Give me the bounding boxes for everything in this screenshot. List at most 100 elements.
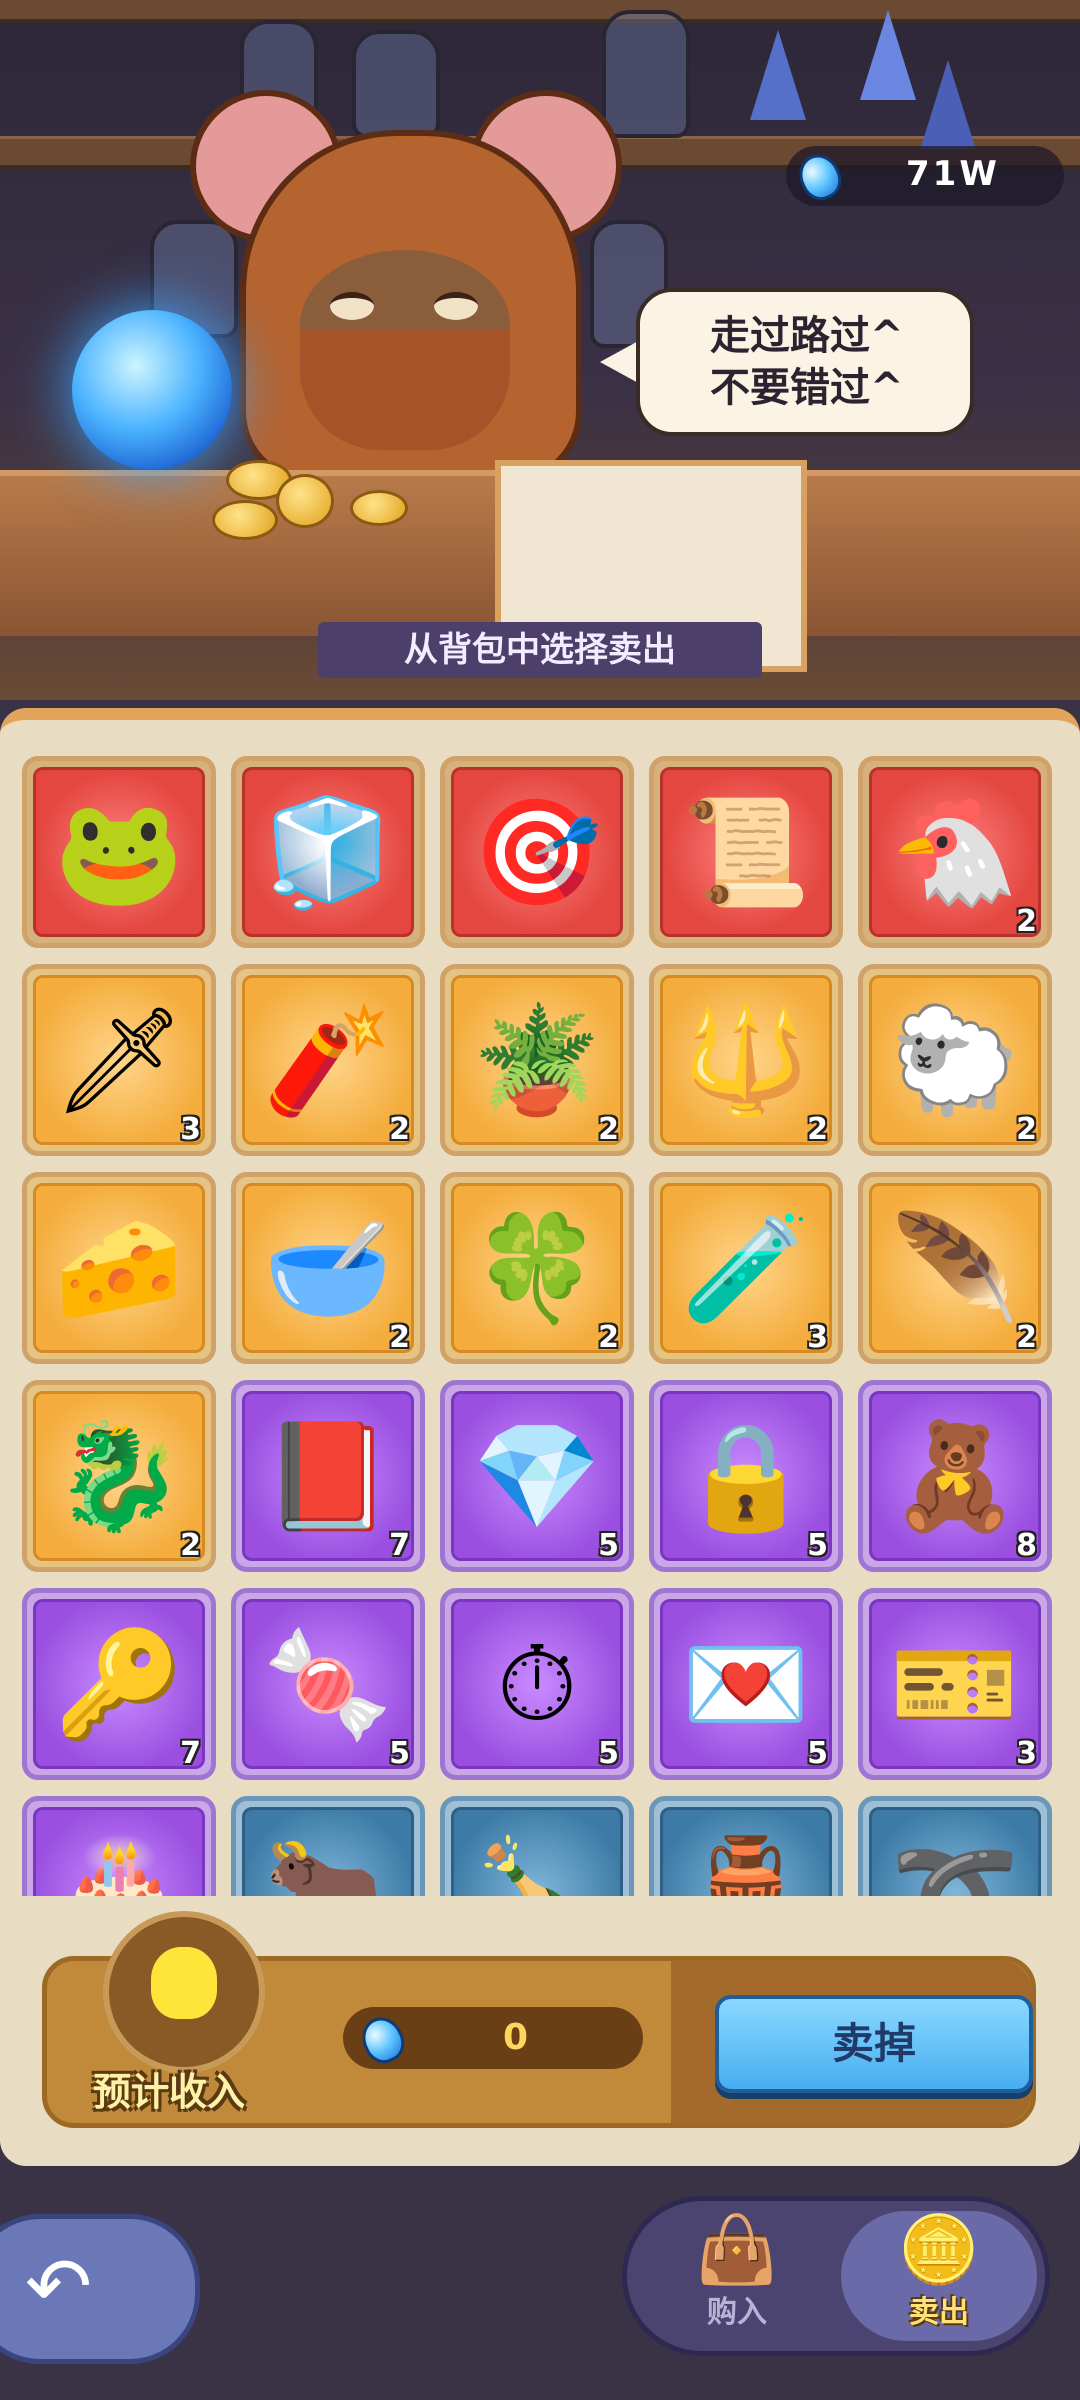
item-quantity: 7 <box>389 1528 410 1563</box>
inventory-slot[interactable]: 🧸 8 <box>858 1380 1052 1572</box>
item-quantity: 2 <box>807 1112 828 1147</box>
inventory-slot[interactable]: 📕 7 <box>231 1380 425 1572</box>
money-bag-icon <box>151 1947 217 2019</box>
keyring-icon: ➰ <box>890 1831 1020 1896</box>
inventory-slot[interactable]: 🍬 5 <box>231 1588 425 1780</box>
coin <box>350 490 408 526</box>
scroll-icon: 📜 <box>681 791 811 913</box>
coin <box>212 500 278 540</box>
bull-icon: 🐂 <box>263 1831 393 1896</box>
cheese-icon: 🧀 <box>54 1207 184 1329</box>
inventory-slot[interactable]: 🗡 3 <box>22 964 216 1156</box>
shopping-bag-icon: 👜 <box>695 2211 779 2288</box>
cake-icon: 🎂 <box>54 1831 184 1896</box>
crystal <box>920 60 976 150</box>
tab-sell[interactable]: 🪙 卖出 <box>841 2211 1037 2341</box>
inventory-slot[interactable]: 🍾 <box>440 1796 634 1896</box>
item-quantity: 2 <box>389 1112 410 1147</box>
golden-target-icon: 🎯 <box>472 791 602 913</box>
item-quantity: 2 <box>389 1320 410 1355</box>
crystal <box>750 30 806 120</box>
item-quantity: 3 <box>180 1112 201 1147</box>
speech-bubble: 走过路过^ 不要错过^ <box>636 288 974 436</box>
inventory-slot[interactable]: 🐉 2 <box>22 1380 216 1572</box>
blue-gem-icon <box>355 2010 411 2070</box>
currency-amount: 71W <box>906 154 1000 194</box>
money-bag-badge <box>103 1911 265 2073</box>
inventory-panel: 🐸 🧊 🎯 📜 🐔 2 🗡 3 🧨 2 🪴 2 🔱 2 🐑 2 🧀 🥣 2 🍀 2 🧪 3 🪶 2 🐉 2 📕 7 💎 5 🔒 5 🧸 8 🔑 7 🍬 5 ⏱… <box>0 708 1080 2166</box>
sell-button[interactable]: 卖掉 <box>715 1995 1033 2093</box>
back-button[interactable]: ↶ <box>0 2214 200 2364</box>
back-arrow-icon: ↶ <box>25 2240 93 2333</box>
inventory-slot[interactable]: 🪴 2 <box>440 964 634 1156</box>
jar-icon: 🏺 <box>681 1831 811 1896</box>
shop-scene: 71W 走过路过^ 不要错过^ 从背包中选择卖出 <box>0 0 1080 700</box>
item-quantity: 3 <box>1016 1736 1037 1771</box>
item-quantity: 2 <box>180 1528 201 1563</box>
inventory-slot[interactable]: 🪶 2 <box>858 1172 1052 1364</box>
inventory-slot[interactable]: 🎯 <box>440 756 634 948</box>
item-quantity: 2 <box>1016 1112 1037 1147</box>
item-quantity: 5 <box>807 1528 828 1563</box>
inventory-slot[interactable]: ➰ <box>858 1796 1052 1896</box>
inventory-slot[interactable]: 💌 5 <box>649 1588 843 1780</box>
tab-buy[interactable]: 👜 购入 <box>639 2211 835 2341</box>
shelf <box>0 0 1080 23</box>
item-quantity: 5 <box>389 1736 410 1771</box>
tab-sell-label: 卖出 <box>909 2295 969 2330</box>
inventory-grid[interactable]: 🐸 🧊 🎯 📜 🐔 2 🗡 3 🧨 2 🪴 2 🔱 2 🐑 2 🧀 🥣 2 🍀 2 🧪 3 🪶 2 🐉 2 📕 7 💎 5 🔒 5 🧸 8 🔑 7 🍬 5 ⏱… <box>22 756 1062 1896</box>
item-quantity: 2 <box>1016 904 1037 939</box>
mouse-scarf <box>300 330 510 450</box>
ice-cube-icon: 🧊 <box>263 791 393 913</box>
inventory-slot[interactable]: 🎂 <box>22 1796 216 1896</box>
inventory-slot[interactable]: 🔒 5 <box>649 1380 843 1572</box>
item-quantity: 8 <box>1016 1528 1037 1563</box>
blue-gem-icon <box>792 147 848 207</box>
item-quantity: 5 <box>598 1528 619 1563</box>
item-quantity: 5 <box>598 1736 619 1771</box>
inventory-slot[interactable]: 🔑 7 <box>22 1588 216 1780</box>
coin <box>276 474 334 528</box>
potion-jar <box>602 10 690 138</box>
inventory-slot[interactable]: 🐂 <box>231 1796 425 1896</box>
inventory-slot[interactable]: 🎫 3 <box>858 1588 1052 1780</box>
mouse-eye <box>330 292 374 320</box>
inventory-slot[interactable]: 🐸 <box>22 756 216 948</box>
frog-orb-icon: 🐸 <box>54 791 184 913</box>
inventory-slot[interactable]: 📜 <box>649 756 843 948</box>
item-quantity: 2 <box>598 1112 619 1147</box>
coin-stack-icon: 🪙 <box>897 2211 981 2288</box>
income-value: 0 <box>503 2017 529 2058</box>
inventory-slot[interactable]: 🥣 2 <box>231 1172 425 1364</box>
inventory-slot[interactable]: 🐔 2 <box>858 756 1052 948</box>
income-label: 预计收入 <box>93 2070 246 2114</box>
bottle-icon: 🍾 <box>472 1831 602 1896</box>
speech-bubble-tail <box>600 340 640 384</box>
crystal-ball <box>72 310 232 470</box>
tab-buy-label: 购入 <box>707 2295 767 2330</box>
item-quantity: 5 <box>807 1736 828 1771</box>
speech-bubble-text: 走过路过^ 不要错过^ <box>710 313 904 411</box>
inventory-slot[interactable]: 💎 5 <box>440 1380 634 1572</box>
inventory-slot[interactable]: ⏱ 5 <box>440 1588 634 1780</box>
inventory-slot[interactable]: 🏺 <box>649 1796 843 1896</box>
inventory-slot[interactable]: 🧀 <box>22 1172 216 1364</box>
item-quantity: 2 <box>1016 1320 1037 1355</box>
shop-tab-bar: 👜 购入 🪙 卖出 <box>622 2196 1050 2356</box>
currency-display: 71W <box>786 146 1064 207</box>
potion-jar <box>352 30 440 138</box>
income-value-pill: 0 <box>343 2007 643 2070</box>
item-quantity: 7 <box>180 1736 201 1771</box>
inventory-slot[interactable]: 🧊 <box>231 756 425 948</box>
income-bar: 预计收入 0 卖掉 <box>42 1911 1036 2128</box>
item-quantity: 3 <box>807 1320 828 1355</box>
inventory-slot[interactable]: 🍀 2 <box>440 1172 634 1364</box>
inventory-slot[interactable]: 🔱 2 <box>649 964 843 1156</box>
inventory-slot[interactable]: 🧪 3 <box>649 1172 843 1364</box>
section-title: 从背包中选择卖出 <box>318 622 762 678</box>
mouse-eye <box>434 292 478 320</box>
crystal <box>860 10 916 100</box>
inventory-slot[interactable]: 🐑 2 <box>858 964 1052 1156</box>
inventory-slot[interactable]: 🧨 2 <box>231 964 425 1156</box>
item-quantity: 2 <box>598 1320 619 1355</box>
